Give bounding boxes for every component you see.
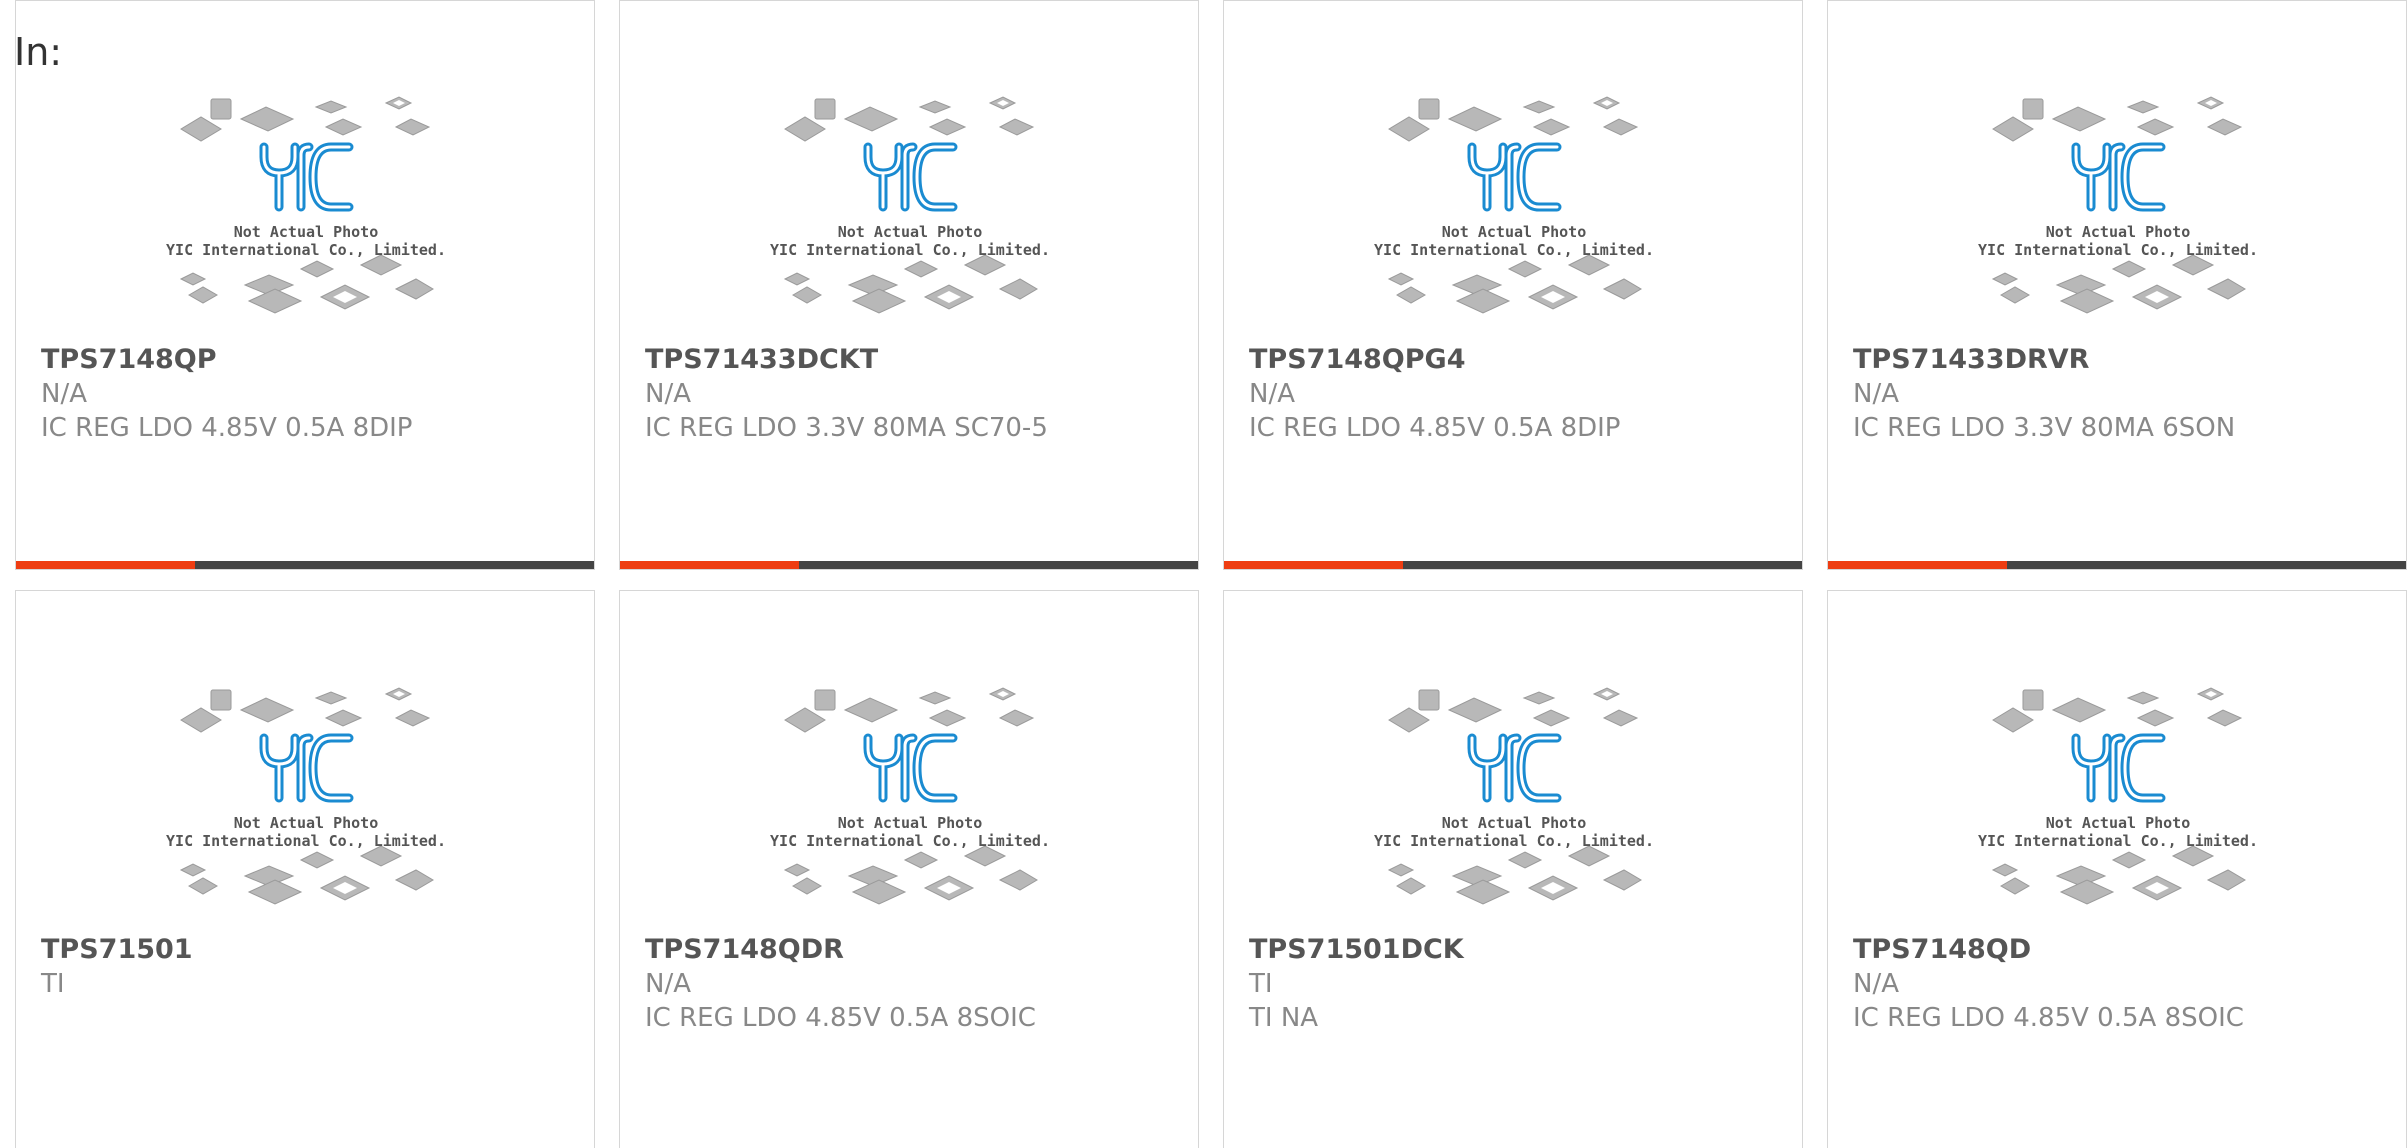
product-image[interactable]: Not Actual Photo YIC International Co., L…: [1374, 680, 1654, 920]
manufacturer: TI: [1249, 969, 1273, 999]
product-card[interactable]: Not Actual Photo YIC International Co., L…: [619, 590, 1199, 1148]
manufacturer: N/A: [645, 379, 691, 409]
image-caption-line1: Not Actual Photo: [837, 223, 983, 241]
filter-in-label: In:: [14, 30, 63, 74]
description: IC REG LDO 3.3V 80MA SC70-5: [645, 413, 1048, 443]
manufacturer: N/A: [1853, 379, 1899, 409]
part-number-link[interactable]: TPS71433DRVR: [1853, 343, 2386, 377]
image-caption-line1: Not Actual Photo: [233, 223, 379, 241]
product-image[interactable]: Not Actual Photo YIC International Co., L…: [1374, 89, 1654, 329]
product-info: TPS71433DCKT N/A IC REG LDO 3.3V 80MA SC70…: [645, 343, 1178, 445]
image-caption-line2: YIC International Co., Limited.: [770, 832, 1050, 850]
card-progress-fill: [620, 561, 800, 569]
part-number-link[interactable]: TPS7148QDR: [645, 933, 1178, 967]
image-caption-line1: Not Actual Photo: [2045, 223, 2191, 241]
description: IC REG LDO 4.85V 0.5A 8SOIC: [1853, 1003, 2244, 1033]
product-info: TPS7148QP N/A IC REG LDO 4.85V 0.5A 8DIP: [41, 343, 574, 445]
card-progress-bar: [620, 561, 1198, 569]
card-progress-fill: [1224, 561, 1404, 569]
product-image[interactable]: Not Actual Photo YIC International Co., L…: [770, 89, 1050, 329]
product-image[interactable]: Not Actual Photo YIC International Co., L…: [166, 89, 446, 329]
image-caption-line1: Not Actual Photo: [1441, 814, 1587, 832]
product-image[interactable]: Not Actual Photo YIC International Co., L…: [1978, 680, 2258, 920]
image-caption-line2: YIC International Co., Limited.: [166, 832, 446, 850]
part-number-link[interactable]: TPS71433DCKT: [645, 343, 1178, 377]
product-card[interactable]: Not Actual Photo YIC International Co., L…: [1827, 0, 2407, 570]
card-progress-bar: [1224, 561, 1802, 569]
product-card[interactable]: Not Actual Photo YIC International Co., L…: [1223, 590, 1803, 1148]
product-info: TPS7148QPG4 N/A IC REG LDO 4.85V 0.5A 8DIP: [1249, 343, 1782, 445]
description: IC REG LDO 4.85V 0.5A 8DIP: [1249, 413, 1621, 443]
product-image[interactable]: Not Actual Photo YIC International Co., L…: [770, 680, 1050, 920]
part-number-link[interactable]: TPS7148QP: [41, 343, 574, 377]
image-caption-line2: YIC International Co., Limited.: [770, 241, 1050, 259]
product-info: TPS7148QDR N/A IC REG LDO 4.85V 0.5A 8SOIC: [645, 933, 1178, 1035]
part-number-link[interactable]: TPS71501: [41, 933, 574, 967]
description: TI NA: [1249, 1003, 1319, 1033]
image-caption-line2: YIC International Co., Limited.: [166, 241, 446, 259]
image-caption-line2: YIC International Co., Limited.: [1374, 832, 1654, 850]
description: IC REG LDO 4.85V 0.5A 8DIP: [41, 413, 413, 443]
product-info: TPS71501 TI: [41, 933, 574, 1001]
manufacturer: N/A: [41, 379, 87, 409]
product-image[interactable]: Not Actual Photo YIC International Co., L…: [1978, 89, 2258, 329]
product-image[interactable]: Not Actual Photo YIC International Co., L…: [166, 680, 446, 920]
manufacturer: N/A: [645, 969, 691, 999]
product-info: TPS71501DCK TI TI NA: [1249, 933, 1782, 1035]
part-number-link[interactable]: TPS71501DCK: [1249, 933, 1782, 967]
image-caption-line2: YIC International Co., Limited.: [1978, 241, 2258, 259]
image-caption-line1: Not Actual Photo: [1441, 223, 1587, 241]
product-info: TPS7148QD N/A IC REG LDO 4.85V 0.5A 8SOIC: [1853, 933, 2386, 1035]
image-caption-line2: YIC International Co., Limited.: [1374, 241, 1654, 259]
product-grid: Not Actual Photo YIC International Co., L…: [15, 0, 2408, 1148]
description: IC REG LDO 3.3V 80MA 6SON: [1853, 413, 2236, 443]
image-caption-line1: Not Actual Photo: [233, 814, 379, 832]
part-number-link[interactable]: TPS7148QPG4: [1249, 343, 1782, 377]
card-progress-fill: [16, 561, 196, 569]
product-card[interactable]: Not Actual Photo YIC International Co., L…: [15, 0, 595, 570]
product-card[interactable]: Not Actual Photo YIC International Co., L…: [1223, 0, 1803, 570]
manufacturer: N/A: [1249, 379, 1295, 409]
manufacturer: N/A: [1853, 969, 1899, 999]
product-card[interactable]: Not Actual Photo YIC International Co., L…: [1827, 590, 2407, 1148]
product-listing-page: Not Actual Photo YIC International Co., L…: [0, 0, 2408, 1148]
image-caption-line1: Not Actual Photo: [837, 814, 983, 832]
manufacturer: TI: [41, 969, 65, 999]
image-caption-line2: YIC International Co., Limited.: [1978, 832, 2258, 850]
card-progress-bar: [1828, 561, 2406, 569]
product-card[interactable]: Not Actual Photo YIC International Co., L…: [15, 590, 595, 1148]
part-number-link[interactable]: TPS7148QD: [1853, 933, 2386, 967]
description: IC REG LDO 4.85V 0.5A 8SOIC: [645, 1003, 1036, 1033]
product-card[interactable]: Not Actual Photo YIC International Co., L…: [619, 0, 1199, 570]
product-info: TPS71433DRVR N/A IC REG LDO 3.3V 80MA 6SON: [1853, 343, 2386, 445]
card-progress-bar: [16, 561, 594, 569]
image-caption-line1: Not Actual Photo: [2045, 814, 2191, 832]
card-progress-fill: [1828, 561, 2008, 569]
